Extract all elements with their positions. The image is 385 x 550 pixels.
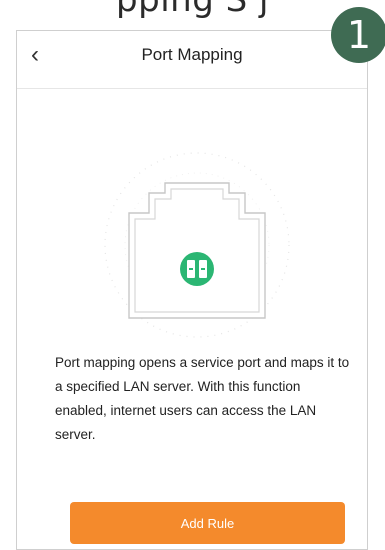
port-mapping-icon bbox=[180, 252, 214, 286]
port-outline bbox=[128, 182, 266, 319]
port-mapping-icon-slot-right bbox=[201, 268, 205, 270]
port-mapping-icon-slot-left bbox=[189, 268, 193, 270]
page-heading: pping S j bbox=[116, 0, 269, 20]
port-illustration bbox=[99, 143, 299, 343]
add-rule-button[interactable]: Add Rule bbox=[70, 502, 345, 544]
description-text: Port mapping opens a service port and ma… bbox=[55, 355, 350, 442]
step-badge: 1 bbox=[331, 7, 385, 63]
nav-bar: ‹ Port Mapping bbox=[17, 31, 367, 89]
page-title: Port Mapping bbox=[141, 45, 243, 64]
port-illustration-svg bbox=[104, 152, 290, 338]
phone-screen: ‹ Port Mapping Port mapping opens a serv… bbox=[16, 30, 368, 550]
